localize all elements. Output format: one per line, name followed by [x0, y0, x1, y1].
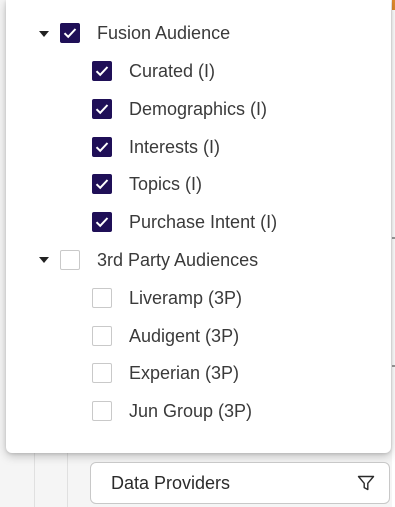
tree-node-label: Interests (I): [129, 136, 221, 157]
tree-node-demographics[interactable]: Demographics (I): [92, 94, 267, 124]
tree-node-label: Fusion Audience: [97, 22, 231, 43]
checkbox-jun-group[interactable]: [92, 401, 112, 421]
tree-node-liveramp[interactable]: Liveramp (3P): [92, 283, 242, 313]
checkbox-audigent[interactable]: [92, 326, 112, 346]
tree-node-label: Demographics (I): [129, 98, 268, 119]
checkbox-experian[interactable]: [92, 363, 112, 383]
tree-node-3rd-party-audiences[interactable]: 3rd Party Audiences: [60, 245, 258, 275]
checkbox-interests[interactable]: [92, 137, 112, 157]
check-icon: [63, 28, 77, 39]
data-providers-filter[interactable]: Data Providers: [90, 462, 390, 504]
audience-tree-dropdown: Fusion Audience Curated (I) Demographics…: [6, 0, 391, 453]
check-icon: [95, 104, 109, 115]
filter-label: Data Providers: [111, 472, 231, 493]
tree-node-label: Curated (I): [129, 60, 216, 81]
tree-node-label: Purchase Intent (I): [129, 211, 278, 232]
tree-node-jun-group[interactable]: Jun Group (3P): [92, 396, 252, 426]
tree-node-label: Topics (I): [129, 173, 203, 194]
expand-caret-fusion-audience[interactable]: [39, 31, 49, 37]
tree-node-purchase-intent[interactable]: Purchase Intent (I): [92, 207, 277, 237]
filter-icon[interactable]: [357, 474, 375, 492]
tree-node-interests[interactable]: Interests (I): [92, 132, 220, 162]
checkbox-fusion-audience[interactable]: [60, 23, 80, 43]
checkbox-topics[interactable]: [92, 174, 112, 194]
checkbox-purchase-intent[interactable]: [92, 212, 112, 232]
tree-node-audigent[interactable]: Audigent (3P): [92, 321, 239, 351]
tree-node-curated[interactable]: Curated (I): [92, 56, 215, 86]
check-icon: [95, 66, 109, 77]
tree-node-label: 3rd Party Audiences: [97, 249, 259, 270]
check-icon: [95, 142, 109, 153]
tree-node-topics[interactable]: Topics (I): [92, 169, 202, 199]
tree-node-label: Experian (3P): [129, 362, 240, 383]
check-icon: [95, 179, 109, 190]
checkbox-liveramp[interactable]: [92, 288, 112, 308]
checkbox-demographics[interactable]: [92, 99, 112, 119]
checkbox-curated[interactable]: [92, 61, 112, 81]
expand-caret-3rd-party-audiences[interactable]: [39, 257, 49, 263]
tree-node-label: Liveramp (3P): [129, 287, 243, 308]
tree-node-experian[interactable]: Experian (3P): [92, 358, 239, 388]
tree-node-label: Jun Group (3P): [129, 400, 253, 421]
checkbox-3rd-party-audiences[interactable]: [60, 250, 80, 270]
tree-node-label: Audigent (3P): [129, 325, 240, 346]
tree-node-fusion-audience[interactable]: Fusion Audience: [60, 18, 230, 48]
check-icon: [95, 217, 109, 228]
